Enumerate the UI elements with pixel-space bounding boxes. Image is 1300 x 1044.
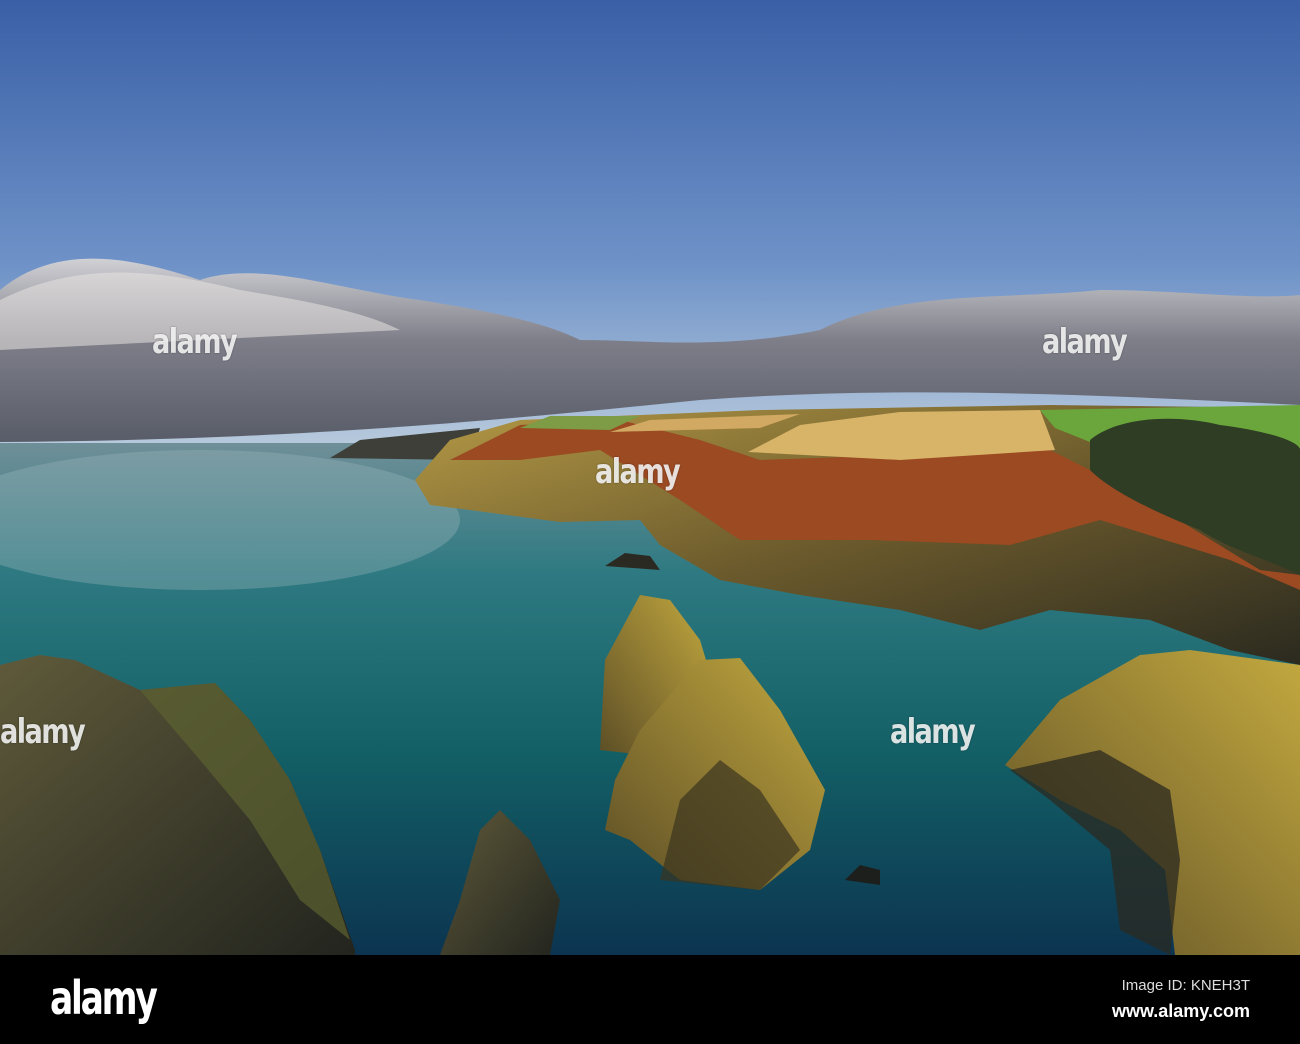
watermark: alamy [595,452,681,492]
watermark: alamy [152,322,238,362]
alamy-logo[interactable]: alamy [50,971,158,1025]
image-id: Image ID: KNEH3T [1121,977,1250,994]
footer-bar: alamy Image ID: KNEH3T www.alamy.com [0,955,1300,1044]
watermark: alamy [1042,322,1128,362]
watermark: alamy [0,712,86,752]
website-link[interactable]: www.alamy.com [1112,1001,1250,1022]
photo-scene: alamy alamy alamy alamy alamy alamy Imag… [0,0,1300,1044]
watermark: alamy [890,712,976,752]
